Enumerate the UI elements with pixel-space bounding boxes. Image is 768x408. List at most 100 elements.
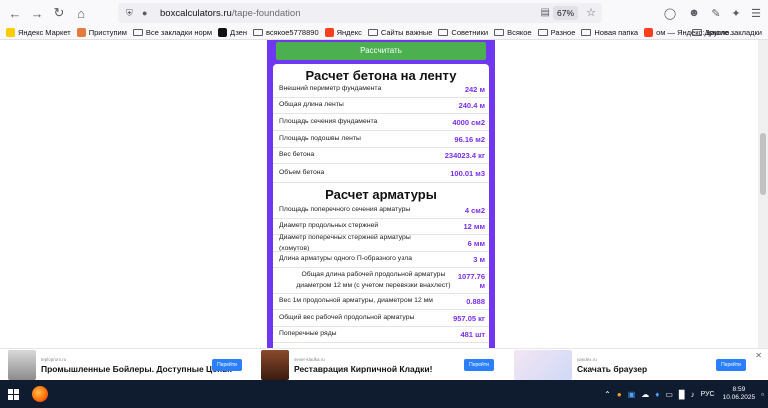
result-label: Общая длина ленты <box>279 101 344 109</box>
other-bookmarks[interactable]: Другие закладки <box>691 28 762 37</box>
bookmark-star-icon[interactable]: ☆ <box>586 6 596 19</box>
app-tray-icon[interactable]: ● <box>617 390 622 399</box>
result-row: Длина арматуры одного П-образного узла 3 … <box>279 252 485 267</box>
favicon-icon <box>76 28 86 37</box>
ad-image <box>8 350 36 380</box>
cloud-icon[interactable]: ☁ <box>641 390 649 399</box>
favicon-icon <box>644 28 654 37</box>
bookmark-label: Дзен <box>230 28 247 37</box>
result-value: 957.05 кг <box>453 314 485 323</box>
ad-go-2[interactable]: Перейти <box>464 349 494 381</box>
network-icon[interactable]: █ <box>679 390 685 399</box>
reader-view-icon[interactable]: ▤ <box>541 7 550 18</box>
monitor-icon[interactable]: ▭ <box>665 390 673 399</box>
ad-boilers[interactable]: teploprom.ru Промышленные Бойлеры. Доступ… <box>8 349 232 381</box>
result-value: 100.01 м3 <box>450 169 485 178</box>
bookmark-item[interactable]: Дзен <box>218 28 247 37</box>
result-label: Диаметр продольных стержней <box>279 222 379 230</box>
language-indicator[interactable]: РУС <box>701 391 715 398</box>
bookmark-item[interactable]: Всякое <box>494 28 532 37</box>
address-bar[interactable]: ⛨ ● boxcalculators.ru/tape-foundation ▤ … <box>118 3 602 23</box>
system-tray: ⌃ ● ▣ ☁ ♦ ▭ █ ♪ РУС 8:59 10.06.2025 ▫ <box>604 380 768 408</box>
zoom-indicator[interactable]: 67% <box>552 6 578 20</box>
result-row: Общая длина ленты 240.4 м <box>279 98 485 113</box>
reload-icon[interactable]: ↻ <box>48 2 70 24</box>
bookmark-label: Другие закладки <box>704 28 762 37</box>
ad-source: sever-kladka.ru <box>294 356 325 362</box>
result-row: Внешний периметр фундамента 242 м <box>279 82 485 97</box>
bookmark-item[interactable]: Яндекс Маркет <box>6 28 71 37</box>
result-label: Площадь сечения фундамента <box>279 118 378 126</box>
ad-banner: teploprom.ru Промышленные Бойлеры. Доступ… <box>0 348 768 380</box>
folder-icon <box>438 29 449 36</box>
close-icon[interactable]: ✕ <box>755 351 762 360</box>
bookmark-label: Яндекс <box>336 28 362 37</box>
result-value: 4 см2 <box>464 206 485 215</box>
result-label: Общая длина рабочей продольной арматуры … <box>296 270 451 289</box>
result-label: Площадь подошвы ленты <box>279 135 361 143</box>
shield-icon[interactable]: ⛨ <box>126 8 136 19</box>
result-label: Вес бетона <box>279 151 315 159</box>
bookmark-label: Всякое <box>507 28 532 37</box>
notifications-icon[interactable]: ▫ <box>761 390 764 399</box>
calculate-button[interactable]: Рассчитать <box>276 42 486 60</box>
addon-icon[interactable]: ✦ <box>726 3 746 23</box>
result-label: Вес 1м продольной арматуры, диаметром 12… <box>279 297 433 305</box>
screenshot-icon[interactable]: ▣ <box>628 390 636 399</box>
home-icon[interactable]: ⌂ <box>70 2 92 24</box>
folder-icon <box>253 29 263 36</box>
ad-go-3[interactable]: Перейти <box>716 349 746 381</box>
bookmark-item[interactable]: Приступим <box>76 28 127 37</box>
result-row: Площадь подошвы ленты 96.16 м2 <box>279 132 485 147</box>
scrollbar-thumb[interactable] <box>760 133 766 195</box>
ad-title[interactable]: Промышленные Бойлеры. Доступные Цены! <box>41 364 232 374</box>
bookmark-item[interactable]: Все закладки норм <box>132 28 212 37</box>
folder-icon <box>691 29 702 36</box>
firefox-taskbar-icon[interactable] <box>26 380 54 408</box>
row-divider <box>273 113 489 114</box>
ad-browser[interactable]: yandex.ru Скачать браузер <box>514 349 647 381</box>
ad-title[interactable]: Реставрация Кирпичной Кладки! <box>294 364 432 374</box>
ad-source: yandex.ru <box>577 356 597 362</box>
back-icon[interactable]: ← <box>4 2 26 24</box>
result-value: 1077.76 м <box>457 271 485 290</box>
extensions-icon[interactable]: ✎ <box>706 3 726 23</box>
lock-icon[interactable]: ● <box>142 8 152 18</box>
start-button[interactable] <box>0 380 26 408</box>
bookmark-item[interactable]: Разное <box>537 28 575 37</box>
result-value: 240.4 м <box>458 101 485 110</box>
forward-icon[interactable]: → <box>26 2 48 24</box>
pocket-icon[interactable]: ◯ <box>660 3 680 23</box>
clock[interactable]: 8:59 10.06.2025 <box>723 386 756 402</box>
result-label: Общий вес рабочей продольной арматуры <box>279 314 415 322</box>
ad-go-1[interactable]: Перейти <box>212 349 242 381</box>
result-value: 234023.4 кг <box>444 151 485 160</box>
url-text[interactable]: boxcalculators.ru/tape-foundation <box>160 8 300 19</box>
result-value: 242 м <box>464 85 485 94</box>
result-value: 96.16 м2 <box>454 135 485 144</box>
bookmark-label: Новая папка <box>594 28 639 37</box>
bookmark-label: Все закладки норм <box>145 28 212 37</box>
menu-icon[interactable]: ☰ <box>746 3 766 23</box>
account-icon[interactable]: ☻ <box>684 3 704 23</box>
bookmark-item[interactable]: Яндекс <box>324 28 362 37</box>
result-row: Общая длина рабочей продольной арматуры … <box>279 268 485 293</box>
bluetooth-icon[interactable]: ♦ <box>655 390 659 399</box>
firefox-icon <box>32 386 48 402</box>
page-scrollbar[interactable] <box>758 40 768 348</box>
result-value: 4000 см2 <box>452 118 485 127</box>
chevron-up-icon[interactable]: ⌃ <box>604 390 611 399</box>
bookmark-label: Яндекс Маркет <box>18 28 71 37</box>
ad-title[interactable]: Скачать браузер <box>577 364 647 374</box>
bookmark-item[interactable]: Сайты важные <box>367 28 432 37</box>
result-row: Диаметр продольных стержней 12 мм <box>279 219 485 234</box>
result-label: Длина арматуры одного П-образного узла <box>279 255 412 263</box>
ad-source: teploprom.ru <box>41 356 67 362</box>
folder-icon <box>132 29 143 36</box>
bookmark-item[interactable]: Советники <box>438 28 488 37</box>
favicon-icon <box>324 28 334 37</box>
volume-icon[interactable]: ♪ <box>691 390 695 399</box>
ad-brick[interactable]: sever-kladka.ru Реставрация Кирпичной Кла… <box>261 349 432 381</box>
bookmark-item[interactable]: всякое5778890 <box>253 28 319 37</box>
bookmark-item[interactable]: Новая папка <box>581 28 638 37</box>
